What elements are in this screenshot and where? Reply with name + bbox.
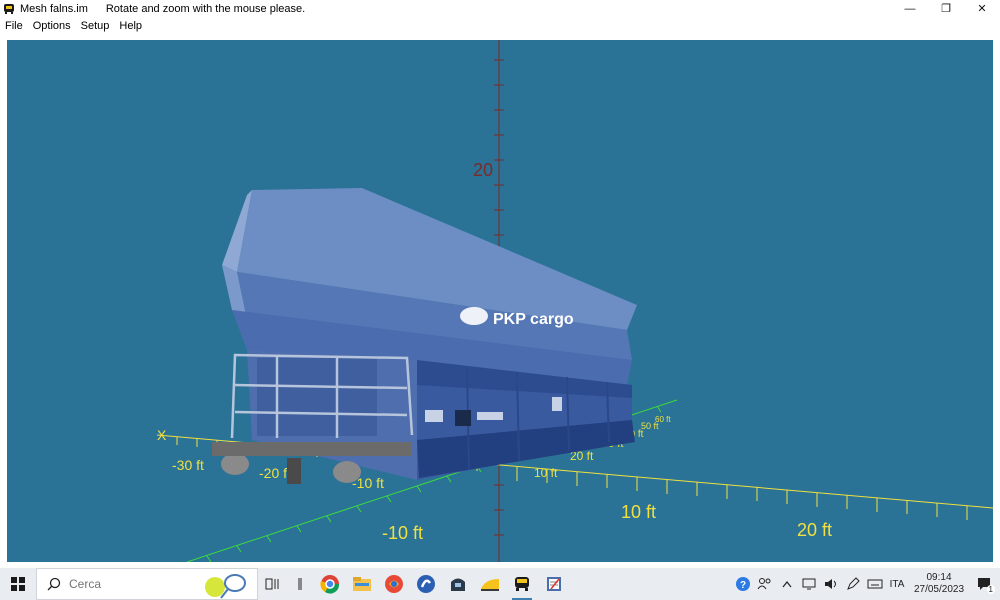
axis-label-y-20: 20	[473, 160, 493, 180]
axis-label-z-10: 10 ft	[534, 466, 558, 480]
restore-button[interactable]: ❐	[928, 0, 964, 17]
app-train-active-icon[interactable]	[506, 568, 538, 600]
menu-help[interactable]: Help	[114, 20, 147, 32]
notification-count: 1	[986, 585, 995, 594]
scene-canvas[interactable]: 20 X -30 ft -20 ft -10 ft 10 ft 20 ft -1…	[7, 40, 993, 562]
clock-time: 09:14	[926, 572, 952, 583]
menu-file[interactable]: File	[0, 20, 28, 32]
axis-label-x-minus30: -30 ft	[172, 457, 204, 473]
app-red-icon[interactable]	[378, 568, 410, 600]
menu-setup[interactable]: Setup	[76, 20, 115, 32]
app-document-icon[interactable]	[538, 568, 570, 600]
divider-icon	[286, 568, 314, 600]
pen-icon[interactable]	[842, 568, 864, 600]
people-icon[interactable]	[754, 568, 776, 600]
start-button[interactable]	[0, 568, 36, 600]
chevron-up-icon[interactable]	[776, 568, 798, 600]
clock-date: 27/05/2023	[913, 584, 965, 595]
axis-label-z-60: 60 ft	[655, 415, 671, 424]
search-box[interactable]	[36, 568, 258, 600]
windows-logo-icon	[11, 577, 25, 591]
title-bar: Mesh falns.im Rotate and zoom with the m…	[0, 0, 1000, 17]
3d-viewport[interactable]: 20 X -30 ft -20 ft -10 ft 10 ft 20 ft -1…	[7, 40, 993, 562]
axis-label-front-20: 20 ft	[797, 520, 832, 540]
menu-options[interactable]: Options	[28, 20, 76, 32]
chrome-icon[interactable]	[314, 568, 346, 600]
minimize-button[interactable]: —	[892, 0, 928, 17]
system-tray: ? ITA 09:14 27/05/2023 1	[732, 568, 1000, 600]
keyboard-icon[interactable]	[864, 568, 886, 600]
app-blue-icon[interactable]	[410, 568, 442, 600]
language-indicator[interactable]: ITA	[886, 568, 908, 600]
search-icon	[47, 577, 61, 591]
axis-label-front-10: 10 ft	[621, 502, 656, 522]
network-icon[interactable]	[798, 568, 820, 600]
clock[interactable]: 09:14 27/05/2023	[908, 572, 970, 596]
window-title: Mesh falns.im	[20, 2, 88, 15]
app-yellow-icon[interactable]	[474, 568, 506, 600]
window-controls: — ❐ ✕	[892, 0, 1000, 17]
wagon-logo-text: PKP cargo	[493, 311, 574, 328]
app-train-dark-icon[interactable]	[442, 568, 474, 600]
taskbar: ? ITA 09:14 27/05/2023 1	[0, 568, 1000, 600]
help-icon[interactable]: ?	[732, 568, 754, 600]
task-view-icon[interactable]	[258, 568, 286, 600]
train-icon	[4, 3, 14, 14]
volume-icon[interactable]	[820, 568, 842, 600]
svg-text:?: ?	[740, 580, 746, 591]
window-subtitle: Rotate and zoom with the mouse please.	[105, 2, 306, 15]
file-explorer-icon[interactable]	[346, 568, 378, 600]
search-input[interactable]	[69, 577, 189, 591]
close-button[interactable]: ✕	[964, 0, 1000, 17]
axis-label-front-minus10: -10 ft	[382, 523, 423, 543]
menu-bar: File Options Setup Help	[0, 17, 1000, 35]
notification-button[interactable]: 1	[970, 568, 1000, 600]
tennis-ball-icon	[205, 574, 246, 599]
hopper-wagon-model: PKP cargo	[212, 188, 637, 484]
axis-label-x: X	[157, 427, 167, 443]
axis-label-x-minus20: -20 ft	[259, 465, 291, 481]
